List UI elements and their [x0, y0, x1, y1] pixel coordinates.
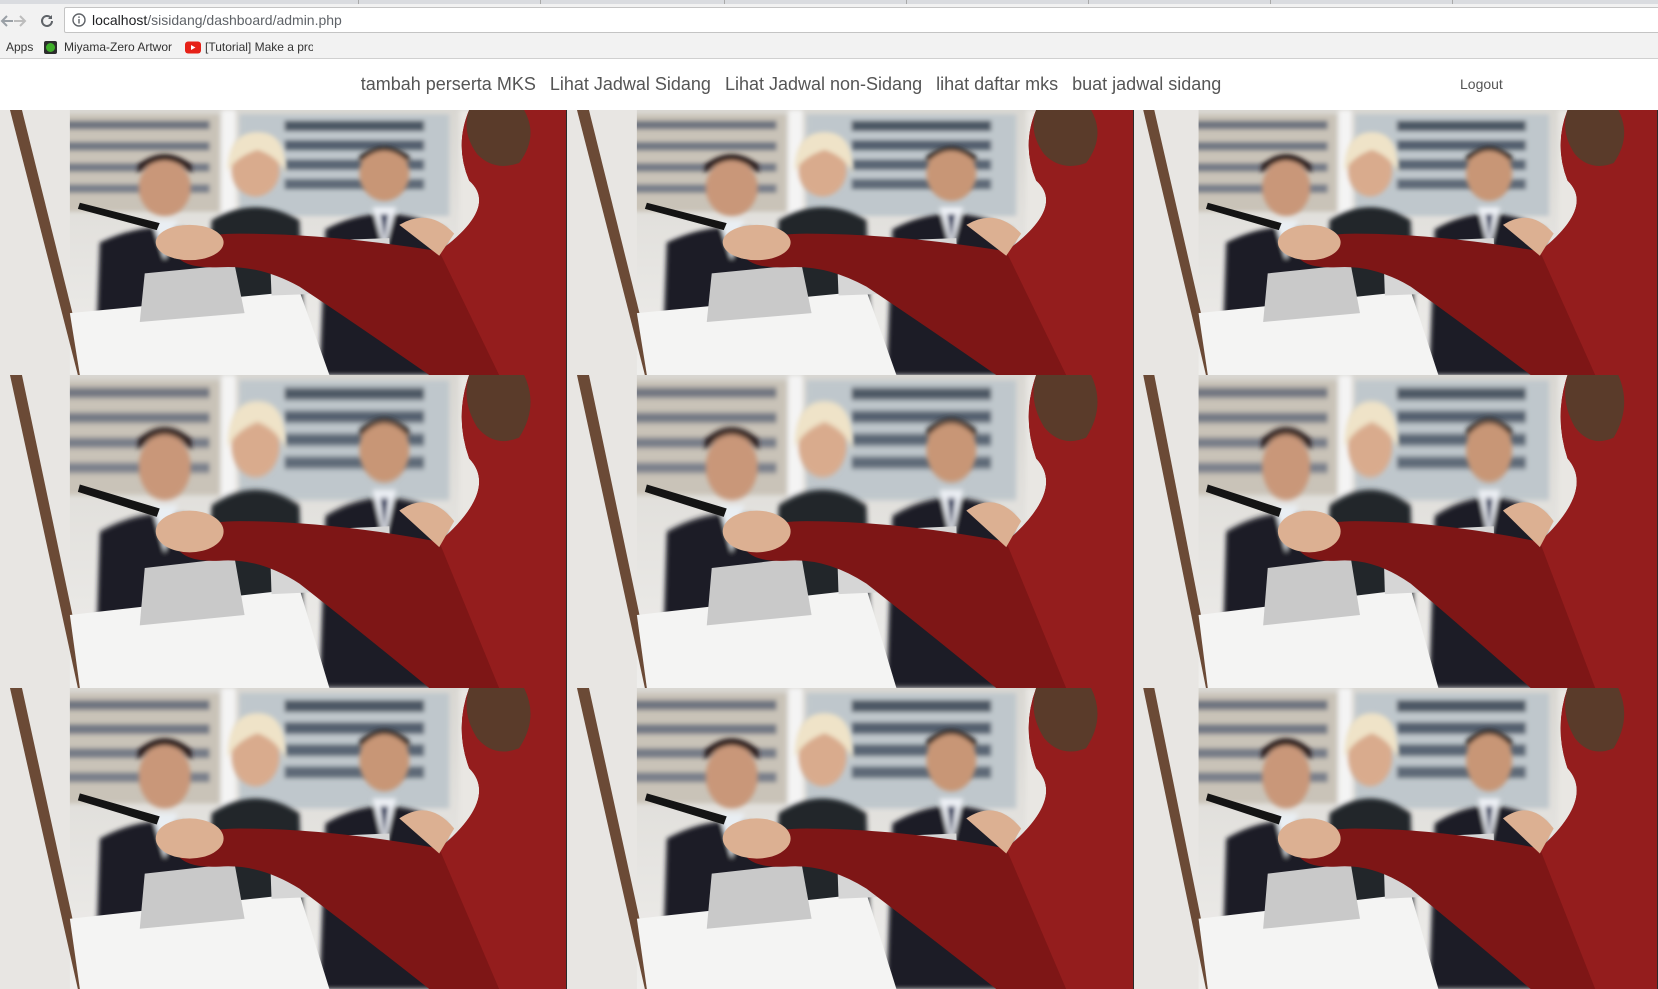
bookmarks-bar: Apps Miyama-Zero Artwork [Tutorial] Make…	[0, 36, 1658, 59]
nav-lihat-daftar-mks[interactable]: lihat daftar mks	[936, 74, 1058, 95]
url-text: localhost/sisidang/dashboard/admin.php	[92, 12, 342, 28]
hero-photo-tile	[567, 375, 1134, 688]
hero-photo-tile	[1134, 375, 1658, 688]
green-favicon-icon	[44, 41, 57, 54]
hero-photo-tile	[567, 110, 1134, 375]
url-path: /sisidang/dashboard/admin.php	[147, 12, 342, 28]
hero-photo-tile	[1134, 110, 1658, 375]
address-bar[interactable]: localhost/sisidang/dashboard/admin.php	[64, 7, 1658, 33]
nav-lihat-jadwal-sidang[interactable]: Lihat Jadwal Sidang	[550, 74, 711, 95]
hero-background	[0, 110, 1658, 989]
info-icon[interactable]	[72, 13, 86, 27]
site-navbar: tambah perserta MKS Lihat Jadwal Sidang …	[0, 59, 1658, 110]
hero-photo-tile	[1134, 688, 1658, 989]
bookmark-miyama[interactable]: Miyama-Zero Artwork	[64, 40, 172, 54]
bookmark-apps[interactable]: Apps	[6, 40, 33, 54]
youtube-icon	[185, 41, 201, 54]
hero-photo-tile	[567, 688, 1134, 989]
url-host: localhost	[92, 12, 148, 28]
forward-arrow-icon[interactable]	[9, 10, 31, 32]
bookmark-tutorial[interactable]: [Tutorial] Make a proj	[205, 40, 313, 54]
nav-tambah-peserta[interactable]: tambah perserta MKS	[361, 74, 536, 95]
hero-photo-tile	[0, 688, 567, 989]
logout-link[interactable]: Logout	[1460, 76, 1503, 92]
reload-icon[interactable]	[36, 10, 58, 32]
nav-lihat-jadwal-non-sidang[interactable]: Lihat Jadwal non-Sidang	[725, 74, 922, 95]
hero-photo-tile	[0, 375, 567, 688]
hero-photo-tile	[0, 110, 567, 375]
browser-toolbar: localhost/sisidang/dashboard/admin.php	[0, 4, 1658, 36]
nav-links: tambah perserta MKS Lihat Jadwal Sidang …	[0, 59, 1658, 110]
nav-buat-jadwal-sidang[interactable]: buat jadwal sidang	[1072, 74, 1221, 95]
